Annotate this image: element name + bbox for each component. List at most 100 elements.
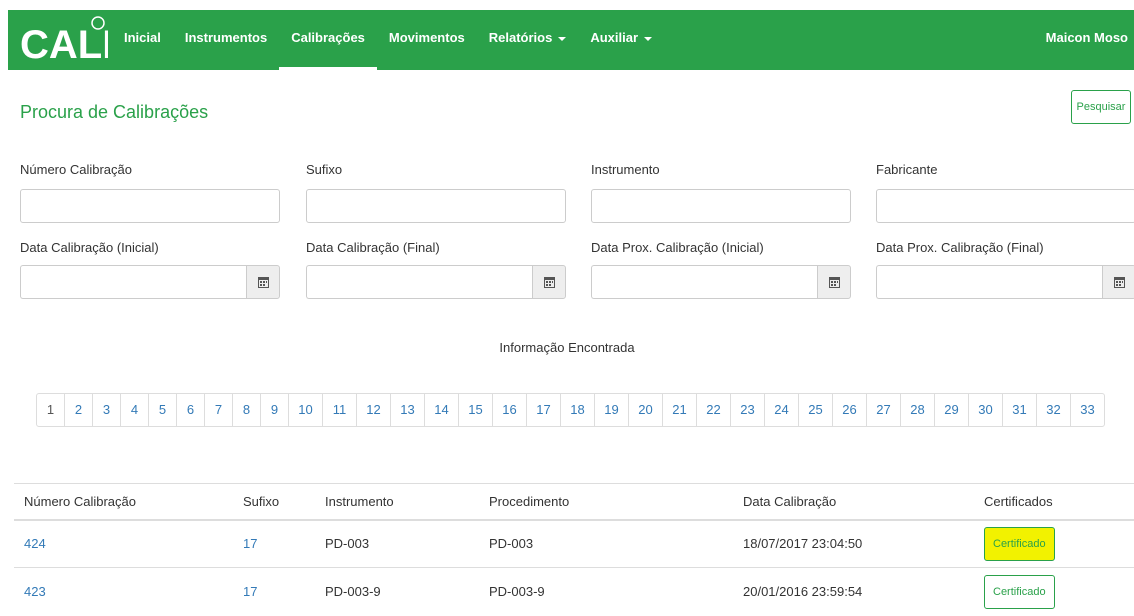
- logo-text: CALI: [20, 23, 108, 66]
- nav-item-label: Inicial: [124, 30, 161, 45]
- page-link-5[interactable]: 5: [148, 393, 177, 427]
- calendar-icon[interactable]: [1102, 265, 1134, 299]
- sufixo-link[interactable]: 17: [243, 536, 257, 551]
- procedimento-cell: PD-003-9: [479, 567, 733, 616]
- page-link-18[interactable]: 18: [560, 393, 595, 427]
- instrumento-input[interactable]: [591, 189, 851, 223]
- data-calibracao-cell: 20/01/2016 23:59:54: [733, 567, 974, 616]
- header-certificados: Certificados: [974, 483, 1134, 521]
- page-link-13[interactable]: 13: [390, 393, 425, 427]
- table-header-row: Número Calibração Sufixo Instrumento Pro…: [14, 483, 1134, 521]
- nav-item-label: Instrumentos: [184, 30, 268, 45]
- header-numero-calibracao: Número Calibração: [14, 483, 233, 521]
- page-link-8[interactable]: 8: [232, 393, 261, 427]
- data-prox-calibracao-inicial-group: [591, 265, 851, 299]
- page-link-2[interactable]: 2: [64, 393, 93, 427]
- data-calibracao-inicial-group: [20, 265, 280, 299]
- page-link-15[interactable]: 15: [458, 393, 493, 427]
- page-link-26[interactable]: 26: [832, 393, 867, 427]
- data-prox-calibracao-inicial-input[interactable]: [591, 265, 817, 299]
- header-data-calibracao: Data Calibração: [733, 483, 974, 521]
- nav-menu: Inicial Instrumentos Calibrações Movimentos…: [112, 10, 664, 70]
- page-link-30[interactable]: 30: [968, 393, 1003, 427]
- nav-item-inicial[interactable]: Inicial: [112, 10, 173, 70]
- page-link-27[interactable]: 27: [866, 393, 901, 427]
- page-link-4[interactable]: 4: [120, 393, 149, 427]
- fabricante-input[interactable]: [876, 189, 1134, 223]
- page-link-24[interactable]: 24: [764, 393, 799, 427]
- numero-calibracao-link[interactable]: 423: [24, 584, 46, 599]
- page-link-33[interactable]: 33: [1070, 393, 1105, 427]
- page-link-25[interactable]: 25: [798, 393, 833, 427]
- sufixo-input[interactable]: [306, 189, 566, 223]
- page-link-29[interactable]: 29: [934, 393, 969, 427]
- data-calibracao-cell: 18/07/2017 23:04:50: [733, 519, 974, 568]
- data-calibracao-inicial-input[interactable]: [20, 265, 246, 299]
- search-button[interactable]: Pesquisar: [1071, 90, 1131, 124]
- page-link-19[interactable]: 19: [594, 393, 629, 427]
- instrumento-cell: PD-003-9: [315, 567, 479, 616]
- numero-calibracao-link[interactable]: 424: [24, 536, 46, 551]
- instrumento-label: Instrumento: [591, 162, 660, 177]
- nav-item-calibracoes[interactable]: Calibrações: [279, 10, 377, 70]
- results-table: Número Calibração Sufixo Instrumento Pro…: [14, 483, 1134, 616]
- nav-item-label: Calibrações: [291, 30, 365, 45]
- header-instrumento: Instrumento: [315, 483, 479, 521]
- page-link-11[interactable]: 11: [322, 393, 357, 427]
- certificado-button[interactable]: Certificado: [984, 526, 1055, 561]
- data-calibracao-final-group: [306, 265, 566, 299]
- page-link-1[interactable]: 1: [36, 393, 65, 427]
- cali-logo[interactable]: CALI: [18, 14, 108, 66]
- calendar-icon[interactable]: [817, 265, 851, 299]
- info-found-text: Informação Encontrada: [499, 340, 635, 355]
- pagination: 1 2 3 4 5 6 7 8 9 10 11 12 13 14 15 16 17 18 19 20 21 22 23 24 2…: [36, 393, 1105, 427]
- procedimento-cell: PD-003: [479, 519, 733, 568]
- page-link-32[interactable]: 32: [1036, 393, 1071, 427]
- nav-item-movimentos[interactable]: Movimentos: [377, 10, 477, 70]
- page-link-16[interactable]: 16: [492, 393, 527, 427]
- page-title: Procura de Calibrações: [20, 102, 209, 122]
- page-link-28[interactable]: 28: [900, 393, 935, 427]
- calendar-icon[interactable]: [532, 265, 566, 299]
- page-link-3[interactable]: 3: [92, 393, 121, 427]
- calendar-icon[interactable]: [246, 265, 280, 299]
- page-link-23[interactable]: 23: [730, 393, 765, 427]
- nav-item-label: Relatórios: [488, 30, 553, 45]
- sufixo-label: Sufixo: [306, 162, 343, 177]
- fabricante-label: Fabricante: [876, 162, 938, 177]
- data-prox-calibracao-final-label: Data Prox. Calibração (Final): [876, 240, 1044, 255]
- nav-item-label: Movimentos: [388, 30, 465, 45]
- instrumento-cell: PD-003: [315, 519, 479, 568]
- page-link-21[interactable]: 21: [662, 393, 697, 427]
- page-link-10[interactable]: 10: [288, 393, 323, 427]
- data-prox-calibracao-final-group: [876, 265, 1134, 299]
- user-menu[interactable]: Maicon Moso: [1046, 10, 1128, 70]
- nav-item-relatorios[interactable]: Relatórios: [477, 10, 579, 70]
- page-link-12[interactable]: 12: [356, 393, 391, 427]
- page-link-31[interactable]: 31: [1002, 393, 1037, 427]
- caret-down-icon: [644, 36, 653, 41]
- certificado-button[interactable]: Certificado: [984, 574, 1055, 609]
- numero-calibracao-label: Número Calibração: [20, 162, 132, 177]
- nav-item-instrumentos[interactable]: Instrumentos: [173, 10, 279, 70]
- table-row: 423 17 PD-003-9 PD-003-9 20/01/2016 23:59:54…: [14, 567, 1134, 616]
- numero-calibracao-input[interactable]: [20, 189, 280, 223]
- nav-item-auxiliar[interactable]: Auxiliar: [578, 10, 664, 70]
- sufixo-link[interactable]: 17: [243, 584, 257, 599]
- caret-down-icon: [558, 36, 567, 41]
- page-link-6[interactable]: 6: [176, 393, 205, 427]
- data-prox-calibracao-final-input[interactable]: [876, 265, 1102, 299]
- data-calibracao-final-label: Data Calibração (Final): [306, 240, 440, 255]
- top-navbar: CALI Inicial Instrumentos Calibrações Movim…: [8, 10, 1134, 70]
- header-procedimento: Procedimento: [479, 483, 733, 521]
- page-link-14[interactable]: 14: [424, 393, 459, 427]
- page-link-7[interactable]: 7: [204, 393, 233, 427]
- data-prox-calibracao-inicial-label: Data Prox. Calibração (Inicial): [591, 240, 764, 255]
- page-link-9[interactable]: 9: [260, 393, 289, 427]
- data-calibracao-inicial-label: Data Calibração (Inicial): [20, 240, 159, 255]
- page-link-17[interactable]: 17: [526, 393, 561, 427]
- nav-item-label: Auxiliar: [590, 30, 639, 45]
- page-link-20[interactable]: 20: [628, 393, 663, 427]
- page-link-22[interactable]: 22: [696, 393, 731, 427]
- data-calibracao-final-input[interactable]: [306, 265, 532, 299]
